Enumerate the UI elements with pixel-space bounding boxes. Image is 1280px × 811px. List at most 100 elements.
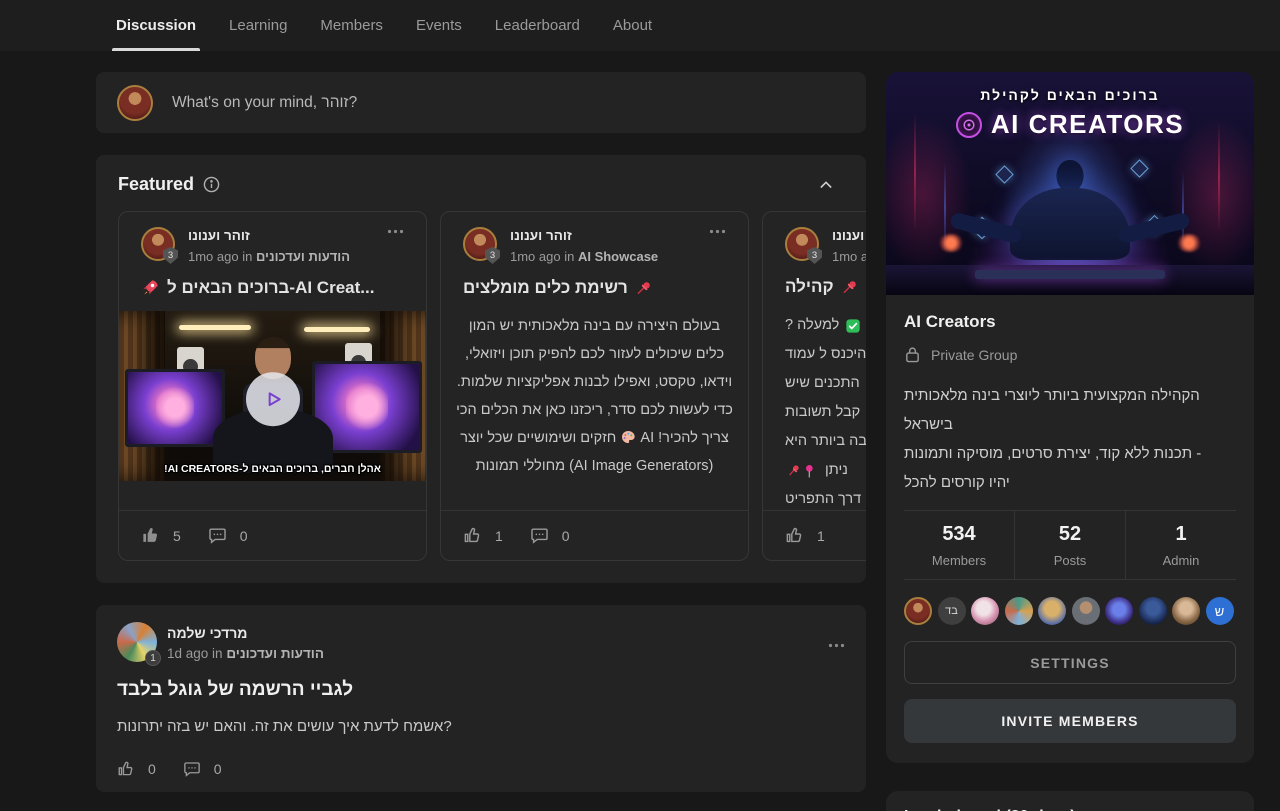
author-name: זוהר וענונו	[188, 229, 350, 243]
member-avatar[interactable]	[1038, 597, 1066, 625]
post-body: בעולם היצירה עם בינה מלאכותית יש המון כל…	[441, 312, 748, 480]
stat-admin: 1 Admin	[1125, 511, 1236, 579]
stat-members: 534 Members	[904, 511, 1014, 579]
member-avatar[interactable]	[1105, 597, 1133, 625]
author-name: מרדכי שלמה	[167, 626, 324, 640]
post-menu-icon[interactable]	[828, 622, 845, 662]
category-link[interactable]: הודעות ועדכונים	[226, 646, 324, 661]
member-avatar[interactable]	[904, 597, 932, 625]
like-button[interactable]: 0	[117, 760, 156, 778]
comment-icon	[208, 526, 227, 545]
tab-members[interactable]: Members	[320, 0, 383, 51]
post-meta: 1mo ago in	[832, 250, 866, 263]
pushpin-emoji	[635, 279, 653, 297]
avatar[interactable]: 1	[117, 622, 157, 662]
comment-icon	[183, 760, 201, 778]
thumbs-up-icon	[463, 526, 482, 545]
feed-post[interactable]: 1 מרדכי שלמה 1d ago in הודעות ועדכונים ל…	[96, 605, 866, 792]
post-menu-icon[interactable]	[709, 227, 726, 234]
featured-section: Featured 3	[96, 155, 866, 583]
tab-about[interactable]: About	[613, 0, 652, 51]
chevron-up-icon[interactable]	[818, 177, 834, 193]
member-avatar[interactable]	[1005, 597, 1033, 625]
member-avatar[interactable]	[971, 597, 999, 625]
featured-title: Featured	[118, 174, 194, 195]
post-footer: 1 0	[441, 510, 748, 560]
like-button[interactable]: 1	[463, 526, 503, 545]
like-count: 5	[173, 528, 181, 544]
feed-column: What's on your mind, זוהר? Featured	[96, 72, 866, 811]
post-title: קהילה	[763, 278, 866, 298]
tab-learning[interactable]: Learning	[229, 0, 287, 51]
post-title: ברוכים הבאים ל-AI Creat...	[119, 278, 426, 298]
post-footer: 1	[763, 510, 866, 560]
post-meta: 1d ago in הודעות ועדכונים	[167, 647, 324, 661]
tab-leaderboard[interactable]: Leaderboard	[495, 0, 580, 51]
member-avatar[interactable]: ש	[1206, 597, 1234, 625]
comment-icon	[530, 526, 549, 545]
member-avatar[interactable]	[1139, 597, 1167, 625]
thumbs-up-icon	[785, 526, 804, 545]
post-meta: 1mo ago in AI Showcase	[510, 250, 658, 263]
tab-discussion[interactable]: Discussion	[116, 0, 196, 51]
post-menu-icon[interactable]	[387, 227, 404, 234]
post-title: לגביי הרשמה של גוגל בלבד	[117, 679, 845, 701]
invite-members-button[interactable]: INVITE MEMBERS	[904, 699, 1236, 743]
comment-button[interactable]: 0	[183, 760, 222, 778]
featured-card-tools[interactable]: 3 זוהר וענונו 1mo ago in AI Showcase	[440, 211, 749, 561]
palette-emoji	[620, 429, 636, 445]
avatar[interactable]: 3	[141, 227, 175, 261]
member-avatar[interactable]	[1172, 597, 1200, 625]
composer-placeholder: What's on your mind, זוהר?	[172, 94, 357, 112]
level-badge: 3	[807, 247, 822, 264]
avatar[interactable]	[117, 85, 153, 121]
banner-title: AI CREATORS	[991, 109, 1184, 140]
featured-card-welcome[interactable]: 3 זוהר וענונו 1mo ago in הודעות ועדכונים	[118, 211, 427, 561]
like-count: 1	[817, 528, 825, 544]
rocket-emoji	[141, 278, 160, 297]
group-name: AI Creators	[904, 312, 1236, 332]
thumbs-up-icon	[117, 760, 135, 778]
settings-button[interactable]: SETTINGS	[904, 641, 1236, 684]
play-button-icon[interactable]	[246, 372, 300, 426]
banner-subtitle: ברוכים הבאים לקהילת	[886, 87, 1254, 103]
featured-header: Featured	[118, 174, 844, 195]
author-name: זוהר וענונו	[510, 229, 658, 243]
stat-posts: 52 Posts	[1014, 511, 1125, 579]
main-layout: What's on your mind, זוהר? Featured	[0, 51, 1280, 811]
category-link[interactable]: הודעות ועדכונים	[256, 249, 350, 264]
level-badge: 3	[485, 247, 500, 264]
comment-count: 0	[562, 528, 570, 544]
like-count: 0	[148, 761, 156, 777]
category-link[interactable]: AI Showcase	[578, 249, 658, 264]
info-icon[interactable]	[203, 176, 220, 193]
group-description: הקהילה המקצועית ביותר ליוצרי בינה מלאכות…	[904, 381, 1236, 497]
featured-card-community[interactable]: 3 זוהר וענונו 1mo ago in קהילה	[762, 211, 866, 561]
pins-emoji	[785, 463, 819, 479]
avatar[interactable]: 3	[463, 227, 497, 261]
monitor-left	[125, 369, 225, 447]
featured-carousel: 3 זוהר וענונו 1mo ago in הודעות ועדכונים	[118, 211, 866, 561]
author-name: זוהר וענונו	[832, 229, 866, 243]
pushpin-emoji	[841, 278, 859, 296]
post-meta: 1mo ago in הודעות ועדכונים	[188, 250, 350, 263]
like-button[interactable]: 1	[785, 526, 825, 545]
member-avatar[interactable]: בד	[938, 597, 966, 625]
tab-events[interactable]: Events	[416, 0, 462, 51]
like-button[interactable]: 5	[141, 526, 181, 545]
thumbs-up-icon	[141, 526, 160, 545]
video-caption: אהלן חברים, ברוכים הבאים ל-AI CREATORS!	[119, 463, 426, 475]
leaderboard-card: Leaderboard (30-days)	[886, 791, 1254, 811]
avatar[interactable]: 3	[785, 227, 819, 261]
member-avatar[interactable]	[1072, 597, 1100, 625]
member-avatar-row: בד ש	[904, 580, 1236, 641]
comment-button[interactable]: 0	[208, 526, 248, 545]
video-thumbnail[interactable]: אהלן חברים, ברוכים הבאים ל-AI CREATORS!	[119, 311, 426, 481]
post-footer: 5 0	[119, 510, 426, 560]
post-composer[interactable]: What's on your mind, זוהר?	[96, 72, 866, 133]
post-body: ? למעלה היכנס ל עמוד התכנים שיש קבל תשוב…	[763, 311, 866, 510]
level-badge: 1	[145, 650, 161, 666]
group-sidebar: ברוכים הבאים לקהילת AI CREATORS AI Creat…	[886, 72, 1254, 811]
comment-button[interactable]: 0	[530, 526, 570, 545]
group-card: ברוכים הבאים לקהילת AI CREATORS AI Creat…	[886, 72, 1254, 763]
